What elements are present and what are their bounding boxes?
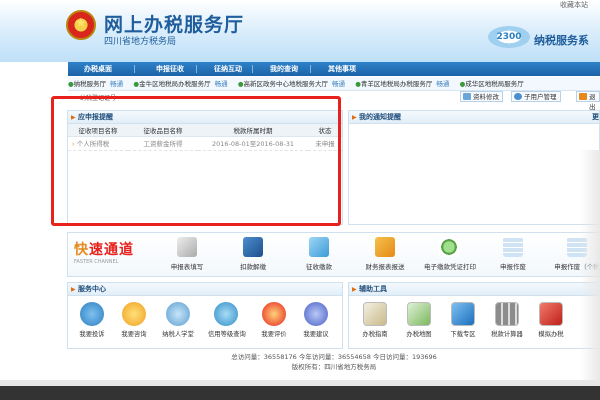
site-title: 网上办税服务厅 xyxy=(104,14,245,36)
bottom-bar xyxy=(0,386,600,400)
panel-header: ▶ 辅助工具 xyxy=(349,283,599,296)
panel-title: 服务中心 xyxy=(78,285,106,293)
panel-header: ▶ 我的通知提醒 更 xyxy=(349,111,599,124)
visit-stats: 总访问量：36558176 今年访问量：36554658 今日访问量：19369… xyxy=(231,353,437,361)
edit-profile-button[interactable]: 资料修改 xyxy=(460,91,503,102)
site-header: 网上办税服务厅 四川省地方税务局 收藏本站 2300 纳税服务系 xyxy=(0,0,600,62)
quick-financial-report[interactable]: 财务报表报送 xyxy=(360,237,410,271)
table-icon xyxy=(503,237,523,257)
nav-other[interactable]: 其他事项 xyxy=(322,62,362,76)
office-item[interactable]: ●成华区地税局服务厅 xyxy=(460,77,524,90)
panel-header: ▶ 服务中心 xyxy=(68,283,342,296)
service-suggest[interactable]: 我要建议 xyxy=(298,302,334,338)
card-icon xyxy=(309,237,329,257)
office-item[interactable]: ●高新区政务中心地税服务大厅 畅通 xyxy=(238,77,345,90)
office-item[interactable]: ●纳税服务厅 畅通 xyxy=(68,77,123,90)
nav-declare[interactable]: 申报征收 xyxy=(150,62,190,76)
bookmark-link[interactable]: 收藏本站 xyxy=(560,0,588,10)
service-rate[interactable]: 我要评价 xyxy=(256,302,292,338)
quick-print-voucher[interactable]: 电子缴款凭证打印 xyxy=(424,237,476,271)
rating-icon xyxy=(262,302,286,326)
service-complain[interactable]: 我要投诉 xyxy=(74,302,110,338)
site-subtitle: 四川省地方税务局 xyxy=(104,37,177,47)
tool-map[interactable]: 办税地图 xyxy=(401,302,437,338)
quick-deduct[interactable]: 扣款解缴 xyxy=(228,237,278,271)
nav-query[interactable]: 我的查询 xyxy=(264,62,304,76)
report-icon xyxy=(375,237,395,257)
main-nav: 办税桌面 申报征收 征纳互动 我的查询 其他事项 xyxy=(68,62,600,76)
tool-guide[interactable]: 办税指南 xyxy=(357,302,393,338)
service-school[interactable]: 纳税人学堂 xyxy=(160,302,196,338)
phone-icon xyxy=(80,302,104,326)
service-center-panel: ▶ 服务中心 我要投诉 我要咨询 纳税人学堂 信用等级查询 我要评价 我要建议 xyxy=(67,282,343,349)
guide-book-icon xyxy=(363,302,387,326)
panel-title: 辅助工具 xyxy=(359,285,387,293)
download-icon xyxy=(451,302,475,326)
right-fade xyxy=(580,150,600,380)
nav-interaction[interactable]: 征纳互动 xyxy=(208,62,248,76)
triangle-icon: ▶ xyxy=(352,114,357,121)
quick-void-declare[interactable]: 申报作废 xyxy=(488,237,538,271)
copyright: 版权所有：四川省地方税务局 xyxy=(291,363,377,371)
user-icon xyxy=(514,93,522,100)
office-status-row: ●纳税服务厅 畅通 ●金牛区地税局办税服务厅 畅通 ●高新区政务中心地税服务大厅 畅通… xyxy=(68,77,600,91)
more-link[interactable]: 更 xyxy=(592,111,599,124)
office-item[interactable]: ●青羊区地税局办税服务厅 畅通 xyxy=(355,77,449,90)
calculator-icon xyxy=(495,302,519,326)
tools-panel: ▶ 辅助工具 办税指南 办税地图 下载专区 税款计算器 模拟办税 xyxy=(348,282,600,349)
tool-download[interactable]: 下载专区 xyxy=(445,302,481,338)
nav-desktop[interactable]: 办税桌面 xyxy=(78,62,118,76)
suggest-icon xyxy=(304,302,328,326)
page-footer: 总访问量：36558176 今年访问量：36554658 今日访问量：19369… xyxy=(68,352,600,372)
express-logo: 快速通道 FASTER CHANNEL xyxy=(74,242,134,265)
triangle-icon: ▶ xyxy=(352,286,357,293)
tax-emblem-icon xyxy=(66,10,96,40)
red-highlight-box xyxy=(51,96,341,226)
payment-user-icon xyxy=(243,237,263,257)
search-icon xyxy=(439,237,459,257)
service-slogan: 纳税服务系 xyxy=(534,34,589,47)
monitor-icon xyxy=(214,302,238,326)
logout-icon xyxy=(579,93,587,100)
edit-icon xyxy=(463,93,471,100)
badge-2300-logo: 2300 xyxy=(488,26,530,48)
simulate-icon xyxy=(539,302,563,326)
form-edit-icon xyxy=(177,237,197,257)
graduation-cap-icon xyxy=(166,302,190,326)
subuser-manage-button[interactable]: 子用户管理 xyxy=(511,91,561,102)
quick-collect[interactable]: 征收缴款 xyxy=(294,237,344,271)
smiley-icon xyxy=(122,302,146,326)
tool-calculator[interactable]: 税款计算器 xyxy=(489,302,525,338)
service-credit-query[interactable]: 信用等级查询 xyxy=(208,302,246,338)
office-item[interactable]: ●金牛区地税局办税服务厅 畅通 xyxy=(133,77,227,90)
tool-simulate[interactable]: 模拟办税 xyxy=(533,302,569,338)
service-consult[interactable]: 我要咨询 xyxy=(116,302,152,338)
triangle-icon: ▶ xyxy=(71,286,76,293)
panel-title: 我的通知提醒 xyxy=(359,113,401,121)
quick-channel-bar: 快速通道 FASTER CHANNEL 申报表填写 扣款解缴 征收缴款 财务报表… xyxy=(67,232,600,277)
notice-panel: ▶ 我的通知提醒 更 xyxy=(348,110,600,225)
logout-button[interactable]: 退出 xyxy=(576,91,600,111)
map-icon xyxy=(407,302,431,326)
quick-fill-form[interactable]: 申报表填写 xyxy=(162,237,212,271)
